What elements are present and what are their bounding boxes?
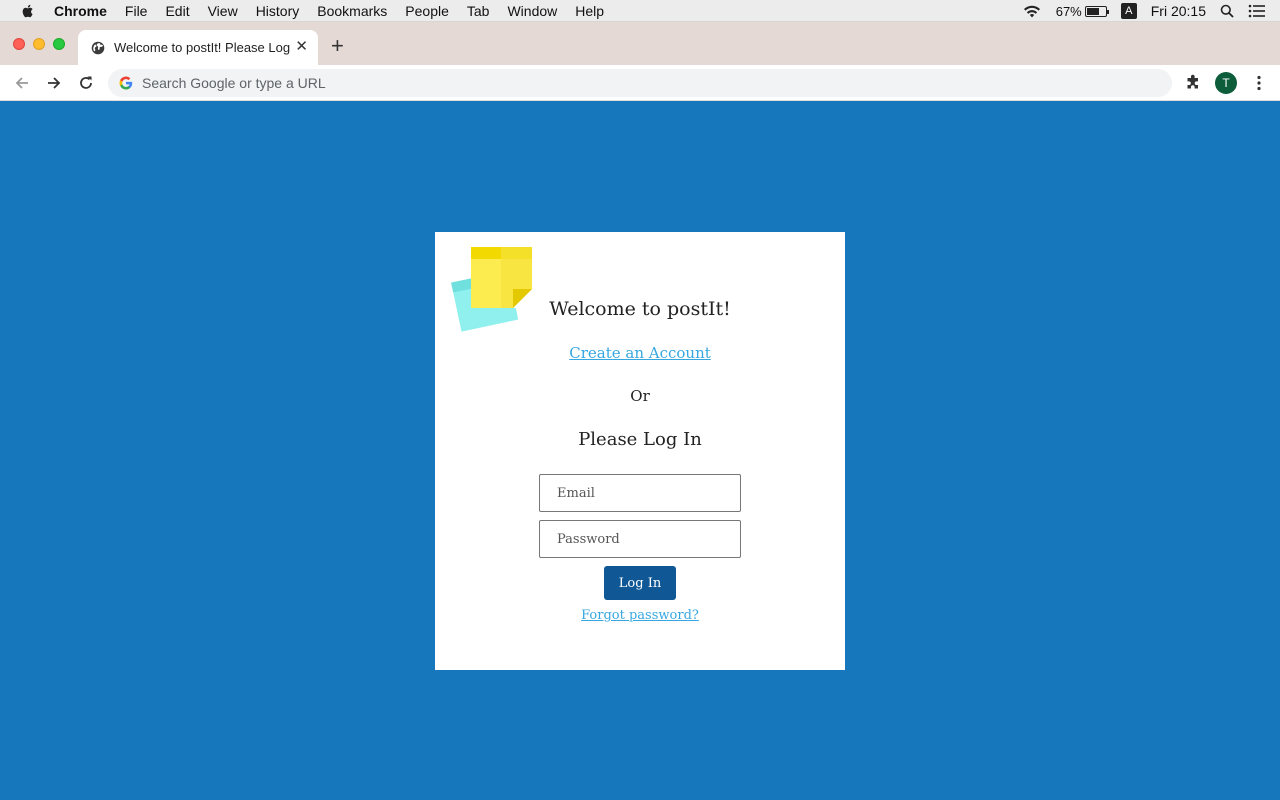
window-minimize-button[interactable] xyxy=(33,38,45,50)
menu-edit[interactable]: Edit xyxy=(165,3,189,19)
forgot-password-link[interactable]: Forgot password? xyxy=(435,608,845,623)
battery-percent: 67% xyxy=(1055,3,1082,19)
profile-avatar[interactable]: T xyxy=(1215,72,1237,94)
browser-tab-active[interactable]: Welcome to postIt! Please Log In ✕ xyxy=(78,30,318,65)
arrow-right-icon xyxy=(48,77,61,89)
browser-toolbar: T xyxy=(0,65,1280,101)
back-button[interactable] xyxy=(12,73,32,93)
close-tab-icon[interactable]: ✕ xyxy=(295,39,308,54)
macos-menubar: Chrome File Edit View History Bookmarks … xyxy=(0,0,1280,22)
battery-indicator[interactable]: 67% xyxy=(1055,3,1109,19)
welcome-heading: Welcome to postIt! xyxy=(549,298,731,320)
google-g-icon xyxy=(119,76,133,90)
browser-tabstrip: Welcome to postIt! Please Log In ✕ + xyxy=(0,22,1280,65)
login-button[interactable]: Log In xyxy=(604,566,676,600)
forward-button[interactable] xyxy=(44,73,64,93)
more-menu-icon[interactable] xyxy=(1250,74,1268,92)
login-heading: Please Log In xyxy=(578,429,702,450)
menu-tab[interactable]: Tab xyxy=(467,3,490,19)
menubar-clock[interactable]: Fri 20:15 xyxy=(1151,3,1206,19)
puzzle-extensions-icon[interactable] xyxy=(1184,74,1202,92)
reload-icon xyxy=(80,76,92,89)
password-field[interactable] xyxy=(539,520,741,558)
spotlight-icon[interactable] xyxy=(1220,4,1234,18)
window-zoom-button[interactable] xyxy=(53,38,65,50)
battery-level-fill xyxy=(1086,7,1099,15)
window-close-button[interactable] xyxy=(13,38,25,50)
menubar-status-area: 67% A Fri 20:15 xyxy=(1022,0,1280,22)
menu-history[interactable]: History xyxy=(256,3,300,19)
tab-title: Welcome to postIt! Please Log In xyxy=(114,40,290,55)
apple-icon[interactable] xyxy=(20,3,36,19)
sticky-notes-logo-icon xyxy=(451,247,532,332)
menu-app-name[interactable]: Chrome xyxy=(54,3,107,19)
wifi-icon[interactable] xyxy=(1022,4,1042,18)
or-separator-text: Or xyxy=(630,387,650,405)
address-bar[interactable] xyxy=(108,69,1172,97)
control-center-icon[interactable] xyxy=(1248,4,1266,18)
reload-button[interactable] xyxy=(76,73,96,93)
menu-window[interactable]: Window xyxy=(507,3,557,19)
arrow-left-icon xyxy=(15,77,28,89)
battery-icon xyxy=(1084,5,1109,17)
menu-people[interactable]: People xyxy=(405,3,449,19)
new-tab-button[interactable]: + xyxy=(331,35,344,57)
menu-bookmarks[interactable]: Bookmarks xyxy=(317,3,387,19)
menu-help[interactable]: Help xyxy=(575,3,604,19)
login-card: Welcome to postIt! Create an Account Or … xyxy=(435,232,845,670)
menu-file[interactable]: File xyxy=(125,3,148,19)
omnibox-input[interactable] xyxy=(142,75,1142,91)
globe-icon xyxy=(91,41,105,54)
email-field[interactable] xyxy=(539,474,741,512)
menu-view[interactable]: View xyxy=(208,3,238,19)
create-account-link[interactable]: Create an Account xyxy=(435,344,845,362)
input-source-icon[interactable]: A xyxy=(1120,3,1137,19)
